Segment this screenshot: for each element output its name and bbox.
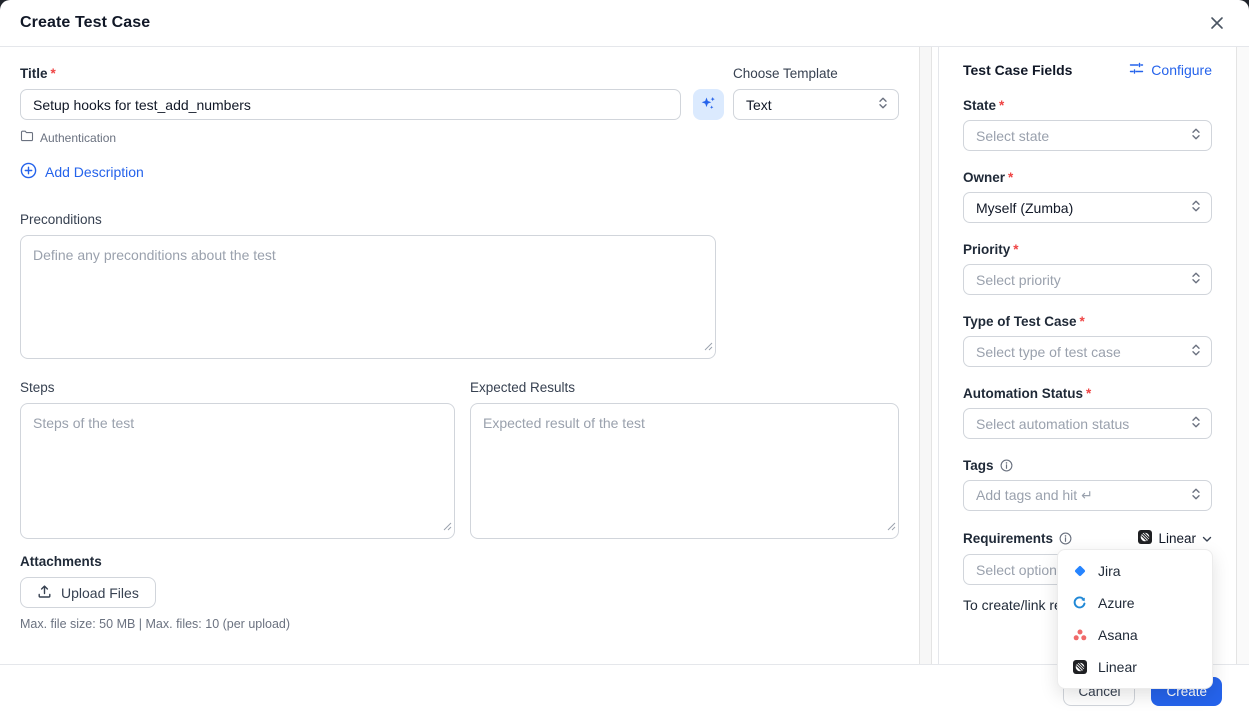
expected-results-textarea[interactable] xyxy=(470,403,899,539)
upload-hint: Max. file size: 50 MB | Max. files: 10 (… xyxy=(20,617,291,631)
folder-path: Authentication xyxy=(20,130,899,145)
title-input[interactable] xyxy=(20,89,681,120)
type-select[interactable]: Select type of test case xyxy=(963,336,1212,367)
tags-field: Tags Add tags and hit ↵ xyxy=(963,458,1212,511)
chevron-down-icon xyxy=(1202,531,1212,546)
dropdown-item-asana[interactable]: Asana xyxy=(1058,619,1212,651)
provider-label: Linear xyxy=(1158,531,1196,546)
configure-button[interactable]: Configure xyxy=(1129,61,1212,79)
requirements-provider-select[interactable]: Linear xyxy=(1138,530,1212,547)
expected-results-label: Expected Results xyxy=(470,380,576,395)
chevron-updown-icon xyxy=(1191,415,1201,432)
upload-files-label: Upload Files xyxy=(61,584,139,601)
asana-icon xyxy=(1072,628,1087,643)
preconditions-textarea[interactable] xyxy=(20,235,716,359)
template-value: Text xyxy=(746,96,772,113)
dropdown-item-azure[interactable]: Azure xyxy=(1058,587,1212,619)
template-select[interactable]: Text xyxy=(733,89,899,120)
modal-header: Create Test Case xyxy=(0,0,1249,47)
preconditions-label: Preconditions xyxy=(20,212,102,227)
dropdown-item-linear[interactable]: Linear xyxy=(1058,651,1212,683)
owner-select[interactable]: Myself (Zumba) xyxy=(963,192,1212,223)
azure-icon xyxy=(1072,596,1087,611)
info-icon xyxy=(1059,532,1072,545)
chevron-updown-icon xyxy=(1191,343,1201,360)
priority-select[interactable]: Select priority xyxy=(963,264,1212,295)
sliders-icon xyxy=(1129,61,1144,79)
linear-logo-icon xyxy=(1072,660,1087,675)
folder-icon xyxy=(20,130,34,145)
state-select[interactable]: Select state xyxy=(963,120,1212,151)
provider-dropdown-menu: Jira Azure Asana Linear xyxy=(1057,549,1213,689)
create-test-case-modal: Create Test Case Title * Setup hooks for… xyxy=(0,0,1249,717)
plus-circle-icon xyxy=(20,162,37,182)
configure-label: Configure xyxy=(1151,62,1212,78)
automation-status-select[interactable]: Select automation status xyxy=(963,408,1212,439)
steps-label: Steps xyxy=(20,380,55,395)
owner-field: Owner * Myself (Zumba) xyxy=(963,170,1212,223)
info-icon xyxy=(1000,459,1013,472)
page-title: Create Test Case xyxy=(20,14,151,31)
state-field: State * Select state xyxy=(963,98,1212,151)
close-icon[interactable] xyxy=(1205,11,1229,35)
dropdown-item-jira[interactable]: Jira xyxy=(1058,555,1212,587)
folder-name: Authentication xyxy=(40,130,117,145)
type-of-test-case-field: Type of Test Case * Select type of test c… xyxy=(963,314,1212,367)
sidebar-scrollbar[interactable] xyxy=(1236,47,1249,664)
add-description-button[interactable]: Add Description xyxy=(20,162,144,182)
chevron-updown-icon xyxy=(878,96,888,113)
title-label: Title * xyxy=(20,66,56,81)
main-form: Title * Setup hooks for test_add_numbers… xyxy=(0,47,919,664)
chevron-updown-icon xyxy=(1191,271,1201,288)
automation-status-field: Automation Status * Select automation sta… xyxy=(963,386,1212,439)
sidebar-title: Test Case Fields xyxy=(963,62,1073,78)
chevron-updown-icon xyxy=(1191,487,1201,504)
steps-textarea[interactable] xyxy=(20,403,455,539)
main-scrollbar[interactable] xyxy=(919,47,932,664)
choose-template-label: Choose Template xyxy=(733,66,838,81)
tags-input[interactable]: Add tags and hit ↵ xyxy=(963,480,1212,511)
upload-files-button[interactable]: Upload Files xyxy=(20,577,156,608)
jira-icon xyxy=(1072,564,1087,579)
chevron-updown-icon xyxy=(1191,127,1201,144)
add-description-label: Add Description xyxy=(45,164,144,180)
chevron-updown-icon xyxy=(1191,199,1201,216)
priority-field: Priority * Select priority xyxy=(963,242,1212,295)
upload-icon xyxy=(37,584,52,602)
linear-logo-icon xyxy=(1138,530,1153,547)
attachments-label: Attachments xyxy=(20,554,102,569)
ai-generate-button[interactable] xyxy=(693,89,724,120)
sparkles-icon xyxy=(700,95,717,115)
